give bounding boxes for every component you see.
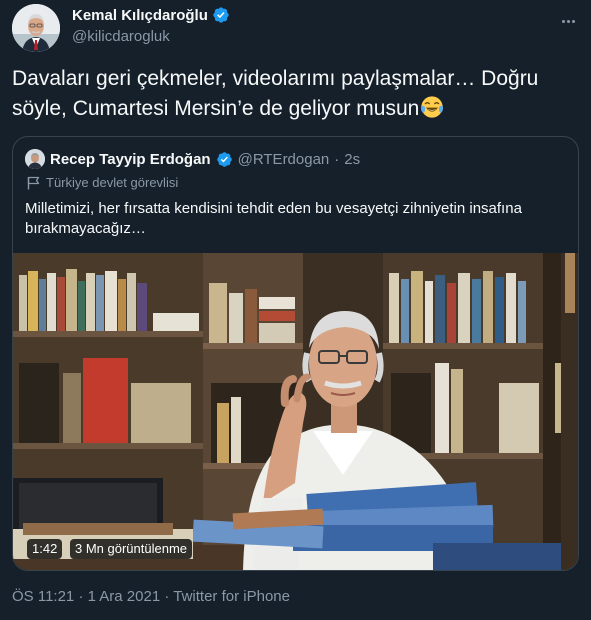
quoted-author-handle[interactable]: @RTErdogan bbox=[238, 151, 330, 168]
quoted-separator: · bbox=[334, 150, 340, 168]
more-dot-icon bbox=[566, 19, 570, 23]
tweet-meta-separator: · bbox=[78, 588, 84, 605]
author-handle[interactable]: @kilicdarogluk bbox=[72, 28, 170, 45]
quoted-author-name[interactable]: Recep Tayyip Erdoğan bbox=[50, 151, 211, 168]
author-name[interactable]: Kemal Kılıçdaroğlu bbox=[72, 7, 208, 24]
quoted-tweet-card[interactable]: Recep Tayyip Erdoğan @RTErdogan · 2s Tür… bbox=[12, 136, 579, 571]
tweet-date: 1 Ara 2021 bbox=[87, 588, 161, 605]
more-dot-icon bbox=[561, 19, 565, 23]
quoted-timestamp[interactable]: 2s bbox=[344, 151, 360, 168]
author-avatar[interactable] bbox=[12, 4, 60, 52]
author-name-row: Kemal Kılıçdaroğlu bbox=[72, 6, 230, 24]
video-thumbnail[interactable] bbox=[13, 253, 578, 570]
tweet-time: ÖS 11:21 bbox=[12, 588, 75, 605]
quoted-verified-badge-icon bbox=[216, 151, 232, 167]
quoted-header: Recep Tayyip Erdoğan @RTErdogan · 2s bbox=[25, 149, 360, 169]
more-options-button[interactable] bbox=[557, 10, 579, 32]
tweet-metadata: ÖS 11:21 · 1 Ara 2021 · Twitter for iPho… bbox=[12, 588, 290, 605]
quoted-account-label-text: Türkiye devlet görevlisi bbox=[46, 175, 179, 190]
tears-of-joy-emoji-icon bbox=[421, 96, 444, 118]
video-duration-badge: 1:42 bbox=[27, 539, 63, 559]
tweet-source-link[interactable]: Twitter for iPhone bbox=[173, 588, 290, 605]
quoted-tweet-text: Milletimizi, her fırsatta kendisini tehd… bbox=[25, 200, 522, 237]
quoted-account-label[interactable]: Türkiye devlet görevlisi bbox=[27, 175, 178, 190]
quoted-author-avatar[interactable] bbox=[25, 149, 45, 169]
video-frame-illustration bbox=[13, 253, 578, 570]
tweet-time-link[interactable]: ÖS 11:21 · 1 Ara 2021 bbox=[12, 588, 160, 605]
tweet-text: Davaları geri çekmeler, videolarımı payl… bbox=[12, 64, 572, 124]
tweet: Kemal Kılıçdaroğlu @kilicdarogluk Davala… bbox=[0, 0, 591, 620]
video-views-badge: 3 Mn görüntülenme bbox=[70, 539, 193, 559]
tweet-meta-separator: · bbox=[164, 588, 170, 605]
verified-badge-icon bbox=[213, 7, 229, 23]
tweet-text-content: Davaları geri çekmeler, videolarımı payl… bbox=[12, 67, 539, 120]
more-dot-icon bbox=[571, 19, 575, 23]
government-flag-icon bbox=[27, 176, 40, 189]
